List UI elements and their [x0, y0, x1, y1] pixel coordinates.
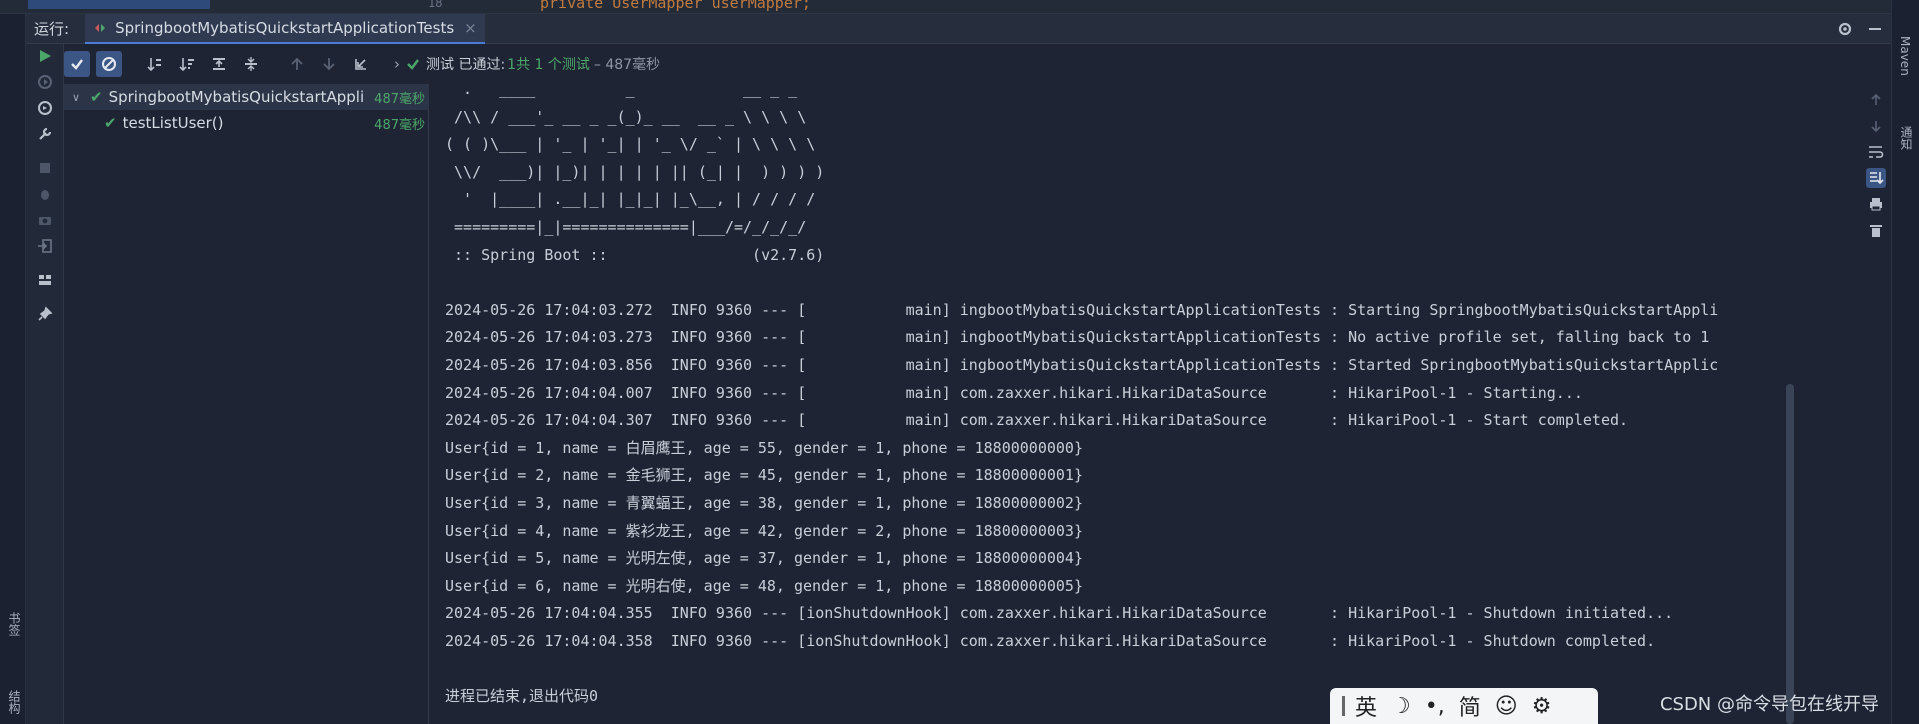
test-method-time: 487毫秒 — [374, 117, 425, 133]
console-line: 进程已结束,退出代码0 — [445, 687, 599, 706]
ime-settings-icon[interactable]: ⚙ — [1532, 694, 1552, 719]
console-line: :: Spring Boot :: (v2.7.6) — [445, 245, 825, 264]
console-line: 2024-05-26 17:04:03.856 INFO 9360 --- [ … — [445, 355, 1719, 374]
sort-alpha-icon[interactable] — [142, 51, 168, 77]
console-line: =========|_|==============|___/=/_/_/_/ — [445, 217, 807, 236]
print-icon[interactable] — [1866, 194, 1886, 214]
console-line: User{id = 1, name = 白眉鹰王, age = 55, gend… — [445, 438, 1083, 457]
console-line: 2024-05-26 17:04:04.358 INFO 9360 --- [i… — [445, 631, 1656, 650]
toggle-auto-test-icon[interactable] — [35, 98, 55, 118]
collapse-all-icon[interactable] — [238, 51, 264, 77]
close-icon[interactable]: × — [464, 19, 477, 37]
test-class-name: SpringbootMybatisQuickstartAppli — [108, 88, 365, 106]
status-duration: – 487毫秒 — [593, 57, 661, 73]
test-status: 测试 已通过: 1共 1 个测试 – 487毫秒 — [406, 54, 660, 74]
console-actions — [1862, 84, 1890, 724]
scroll-to-end-icon[interactable] — [1866, 168, 1886, 188]
console-line: ' |____| .__|_| |_|_| |_\__, | / / / / — [445, 190, 816, 209]
console-text: . ____ _ __ _ _ /\\ / ___'_ __ _ _(_)_ _… — [445, 84, 1718, 711]
console-line: User{id = 3, name = 青翼蝠王, age = 38, gend… — [445, 493, 1083, 512]
sort-duration-icon[interactable] — [174, 51, 200, 77]
run-tab-title: SpringbootMybatisQuickstartApplicationTe… — [115, 18, 455, 37]
watermark: CSDN @命令导包在线开导 — [1659, 694, 1879, 715]
code-fragment: private UserMapper userMapper; — [540, 0, 811, 12]
check-icon — [407, 59, 419, 70]
ime-drag-handle[interactable] — [1342, 696, 1345, 716]
console-output[interactable]: . ____ _ __ _ _ /\\ / ___'_ __ _ _(_)_ _… — [430, 84, 1864, 724]
console-line: 2024-05-26 17:04:04.307 INFO 9360 --- [ … — [445, 411, 1629, 430]
right-tool-stripe: Maven 通知 — [1891, 0, 1919, 724]
ime-simplified-toggle[interactable]: 简 — [1459, 690, 1481, 722]
debug-bug-icon[interactable] — [35, 184, 55, 204]
console-line: /\\ / ___'_ __ _ _(_)_ __ __ _ \ \ \ \ — [445, 107, 807, 126]
left-tool-stripe: 书签 结构 — [0, 14, 26, 724]
notifications-tool-label[interactable]: 通知 — [1898, 126, 1915, 150]
test-class-time: 487毫秒 — [374, 91, 425, 107]
check-icon: ✔ — [104, 114, 117, 132]
tree-row-test-method[interactable]: ✔ testListUser() 487毫秒 — [64, 110, 429, 136]
header-actions — [1837, 14, 1883, 44]
run-window-header: 运行: SpringbootMybatisQuickstartApplicati… — [26, 13, 1891, 44]
console-line: \\/ ___)| |_)| | | | | || (_| | ) ) ) ) — [445, 162, 825, 181]
more-actions-chevron[interactable]: › — [394, 55, 400, 73]
test-toolbar: › 测试 已通过: 1共 1 个测试 – 487毫秒 — [64, 44, 1864, 84]
pin-icon[interactable] — [35, 304, 55, 324]
layout-icon[interactable] — [35, 270, 55, 290]
arrow-down-icon[interactable] — [316, 51, 342, 77]
show-passed-icon[interactable] — [64, 51, 90, 77]
run-action-column — [26, 44, 64, 724]
ime-moon-icon[interactable]: ☽ — [1391, 694, 1411, 719]
ime-toolbar: 英 ☽ •, 简 ☺ ⚙ — [1330, 688, 1598, 724]
tree-row-test-class[interactable]: ∨ ✔ SpringbootMybatisQuickstartAppli 487… — [64, 84, 429, 110]
exit-icon[interactable] — [35, 236, 55, 256]
console-line: User{id = 5, name = 光明左使, age = 37, gend… — [445, 549, 1083, 568]
run-label: 运行: — [34, 20, 70, 38]
status-passed-label: 测试 已通过: — [426, 57, 506, 73]
project-tab-highlight — [28, 0, 210, 9]
console-line: User{id = 4, name = 紫衫龙王, age = 42, gend… — [445, 521, 1083, 540]
gear-icon[interactable] — [1837, 21, 1853, 37]
check-icon: ✔ — [90, 88, 103, 106]
ime-punct-toggle[interactable]: •, — [1425, 694, 1445, 719]
arrow-up-icon[interactable] — [284, 51, 310, 77]
console-line: 2024-05-26 17:04:03.272 INFO 9360 --- [ … — [445, 300, 1719, 319]
bookmarks-tool-label[interactable]: 书签 — [6, 612, 23, 636]
camera-icon[interactable] — [35, 210, 55, 230]
console-line: 2024-05-26 17:04:04.355 INFO 9360 --- [i… — [445, 604, 1674, 623]
arrow-up-icon[interactable] — [1866, 90, 1886, 110]
editor-strip: 18 private UserMapper userMapper; — [0, 0, 1919, 14]
console-line: 2024-05-26 17:04:03.273 INFO 9360 --- [ … — [445, 328, 1710, 347]
ime-emoji-icon[interactable]: ☺ — [1495, 694, 1518, 719]
import-tests-icon[interactable] — [348, 51, 374, 77]
rerun-failed-icon[interactable] — [35, 72, 55, 92]
show-ignored-icon[interactable] — [96, 51, 122, 77]
structure-tool-label[interactable]: 结构 — [6, 690, 23, 714]
test-class-icon — [95, 23, 106, 32]
trash-icon[interactable] — [1866, 220, 1886, 240]
run-tab[interactable]: SpringbootMybatisQuickstartApplicationTe… — [85, 13, 485, 44]
wrench-icon[interactable] — [35, 124, 55, 144]
chevron-down-icon[interactable]: ∨ — [72, 91, 86, 104]
arrow-down-icon[interactable] — [1866, 116, 1886, 136]
rerun-icon[interactable] — [35, 46, 55, 66]
expand-all-icon[interactable] — [206, 51, 232, 77]
test-tree: ∨ ✔ SpringbootMybatisQuickstartAppli 487… — [64, 84, 429, 724]
console-line: ( ( )\___ | '_ | '_| | '_ \/ _` | \ \ \ … — [445, 135, 816, 154]
console-line: . ____ _ __ _ _ — [445, 84, 798, 98]
soft-wrap-icon[interactable] — [1866, 142, 1886, 162]
console-line: User{id = 6, name = 光明右使, age = 48, gend… — [445, 576, 1083, 595]
ime-lang-toggle[interactable]: 英 — [1355, 690, 1377, 722]
ide-window: 18 private UserMapper userMapper; 书签 结构 … — [0, 0, 1919, 724]
console-scrollbar[interactable] — [1786, 384, 1794, 724]
minimize-icon[interactable] — [1867, 21, 1883, 37]
stop-icon[interactable] — [35, 158, 55, 178]
maven-tool-label[interactable]: Maven — [1898, 36, 1912, 76]
console-line: 2024-05-26 17:04:04.007 INFO 9360 --- [ … — [445, 383, 1583, 402]
line-number: 18 — [428, 0, 443, 10]
test-method-name: testListUser() — [122, 114, 224, 132]
console-line: User{id = 2, name = 金毛狮王, age = 45, gend… — [445, 466, 1083, 485]
status-count: 1共 1 个测试 — [507, 57, 590, 73]
